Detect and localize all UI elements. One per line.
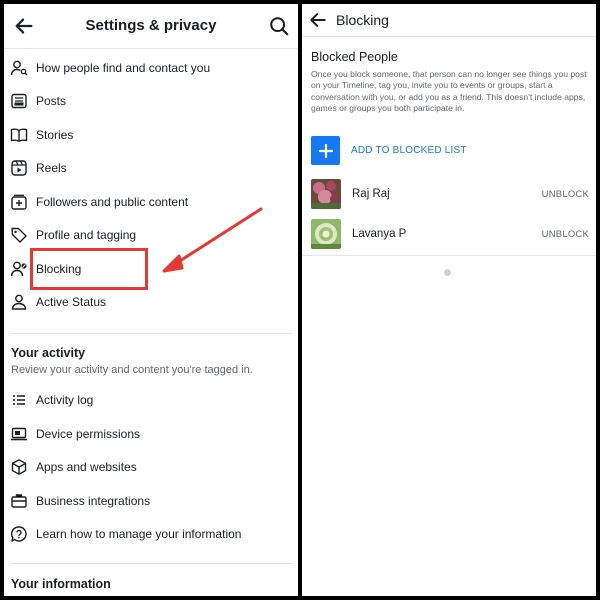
menu-item-label: Reels <box>36 160 67 175</box>
blocking-header: Blocking <box>302 4 596 37</box>
unblock-button[interactable]: UNBLOCK <box>542 189 589 200</box>
divider <box>10 333 292 334</box>
menu-item-label: How people find and contact you <box>36 60 211 75</box>
highlight-box <box>30 248 148 290</box>
menu-item-label: Followers and public content <box>36 194 189 209</box>
menu-item-profile-tagging[interactable]: Profile and tagging <box>4 218 298 251</box>
posts-icon <box>10 92 28 110</box>
avatar <box>311 179 341 209</box>
menu-item-label: Activity log <box>36 392 94 407</box>
menu-item-label: Active Status <box>36 294 107 309</box>
add-to-blocked-list-label: ADD TO BLOCKED LIST <box>351 145 467 156</box>
menu-item-followers[interactable]: Followers and public content <box>4 185 298 218</box>
device-icon <box>10 425 28 443</box>
section-title-your-information: Your information <box>11 577 111 591</box>
section-subtitle-your-activity: Review your activity and content you're … <box>11 364 253 376</box>
chat-info-icon <box>10 525 28 543</box>
section-title-your-activity: Your activity <box>11 346 86 360</box>
blocking-panel: Blocking Blocked People Once you block s… <box>302 4 596 596</box>
reels-icon <box>10 159 28 177</box>
unblock-button[interactable]: UNBLOCK <box>542 229 589 240</box>
tag-icon <box>10 226 28 244</box>
menu-item-label: Apps and websites <box>36 459 137 474</box>
blocked-person-row: Lavanya P UNBLOCK <box>311 218 589 250</box>
person-block-icon <box>10 260 28 278</box>
settings-header: Settings & privacy <box>4 4 298 49</box>
settings-privacy-panel: Settings & privacy How people find and c… <box>4 4 298 596</box>
blocked-people-title: Blocked People <box>311 50 398 64</box>
person-status-icon <box>10 293 28 311</box>
menu-item-apps-websites[interactable]: Apps and websites <box>4 450 298 483</box>
list-icon <box>10 391 28 409</box>
search-icon[interactable] <box>268 15 290 37</box>
page-title: Blocking <box>336 12 389 28</box>
blocked-people-description: Once you block someone, that person can … <box>311 69 587 113</box>
divider <box>10 563 292 564</box>
menu-item-label: Device permissions <box>36 426 141 441</box>
menu-item-label: Stories <box>36 127 74 142</box>
plus-icon <box>311 136 340 165</box>
cube-icon <box>10 458 28 476</box>
add-to-blocked-list-button[interactable]: ADD TO BLOCKED LIST <box>311 136 467 165</box>
menu-item-label: Posts <box>36 93 67 108</box>
person-search-icon <box>10 59 28 77</box>
briefcase-icon <box>10 492 28 510</box>
blocked-person-row: Raj Raj UNBLOCK <box>311 178 589 210</box>
menu-item-learn-manage-info[interactable]: Learn how to manage your information <box>4 517 298 550</box>
menu-item-label: Profile and tagging <box>36 227 137 242</box>
menu-item-activity-log[interactable]: Activity log <box>4 383 298 416</box>
menu-item-posts[interactable]: Posts <box>4 84 298 117</box>
divider <box>302 255 596 256</box>
followers-icon <box>10 193 28 211</box>
arrow-left-icon[interactable] <box>308 10 328 30</box>
book-icon <box>10 126 28 144</box>
loading-spinner-icon <box>444 269 451 276</box>
avatar <box>311 219 341 249</box>
blocked-person-name: Raj Raj <box>352 188 390 200</box>
menu-item-how-people-find[interactable]: How people find and contact you <box>4 51 298 84</box>
page-title: Settings & privacy <box>85 17 217 34</box>
menu-item-label: Learn how to manage your information <box>36 526 242 541</box>
menu-item-business-integrations[interactable]: Business integrations <box>4 484 298 517</box>
menu-item-device-permissions[interactable]: Device permissions <box>4 417 298 450</box>
menu-item-stories[interactable]: Stories <box>4 118 298 151</box>
menu-item-label: Business integrations <box>36 493 151 508</box>
blocked-person-name: Lavanya P <box>352 228 407 240</box>
menu-item-reels[interactable]: Reels <box>4 151 298 184</box>
